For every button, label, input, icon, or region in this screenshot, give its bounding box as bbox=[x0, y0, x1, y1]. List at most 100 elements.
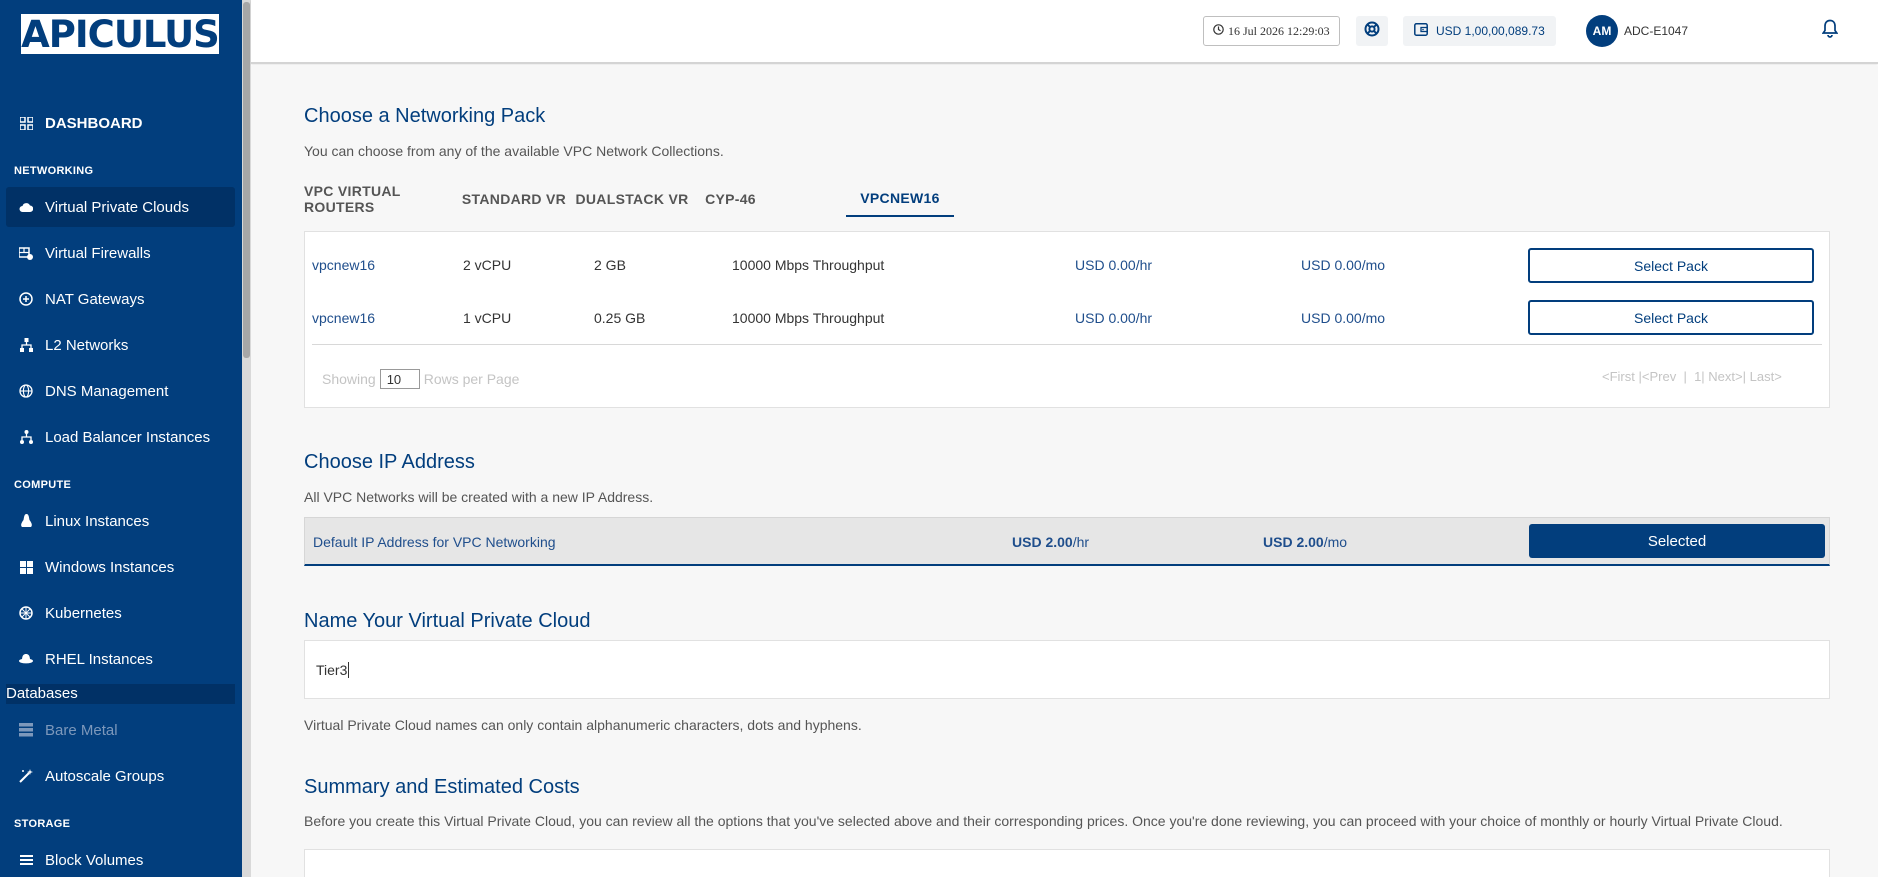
sidebar-item-virtual-private-clouds[interactable]: Virtual Private Clouds bbox=[6, 187, 235, 227]
wallet-icon bbox=[1414, 23, 1428, 39]
sidebar-item-label: DASHBOARD bbox=[45, 114, 143, 132]
tab-vpcnew16[interactable]: VPCNEW16 bbox=[846, 181, 954, 217]
pack-name[interactable]: vpcnew16 bbox=[312, 310, 375, 326]
linux-icon bbox=[19, 514, 33, 528]
prev-page-link[interactable]: |<Prev bbox=[1639, 369, 1677, 384]
vpc-name-hint: Virtual Private Cloud names can only con… bbox=[304, 717, 862, 733]
rows-per-page-label: Rows per Page bbox=[423, 371, 520, 387]
support-button[interactable] bbox=[1356, 16, 1388, 46]
sidebar-item-l2-networks[interactable]: L2 Networks bbox=[6, 325, 235, 365]
selected-button[interactable]: Selected bbox=[1529, 524, 1825, 558]
pack-throughput: 10000 Mbps Throughput bbox=[732, 257, 885, 273]
networking-pack-title: Choose a Networking Pack bbox=[304, 105, 546, 127]
vpc-name-input[interactable]: Tier3 bbox=[304, 640, 1830, 699]
sidebar-item-label: L2 Networks bbox=[45, 336, 129, 354]
tab-dualstack-vr[interactable]: DUALSTACK VR bbox=[570, 181, 694, 217]
sidebar-scrollbar-thumb[interactable] bbox=[243, 2, 250, 358]
pack-cpu: 2 vCPU bbox=[463, 257, 512, 273]
tab-cyp-46[interactable]: CYP-46 bbox=[694, 181, 767, 217]
rows-per-page-control: Showing 10 Rows per Page bbox=[322, 369, 519, 389]
load-balancer-icon bbox=[19, 430, 33, 444]
last-page-link[interactable]: Last> bbox=[1750, 369, 1782, 384]
table-divider bbox=[312, 344, 1822, 345]
pack-hourly-price: USD 0.00/hr bbox=[1075, 257, 1153, 273]
magic-wand-icon bbox=[19, 769, 33, 783]
ip-hourly-amount: USD 2.00 bbox=[1012, 534, 1073, 550]
sidebar-item-label: Linux Instances bbox=[45, 512, 150, 530]
sidebar-item-nat-gateways[interactable]: NAT Gateways bbox=[6, 279, 235, 319]
sidebar-item-label: NAT Gateways bbox=[45, 290, 145, 308]
sidebar-item-windows-instances[interactable]: Windows Instances bbox=[6, 547, 235, 587]
bell-icon bbox=[1821, 19, 1839, 43]
lifebuoy-icon bbox=[1364, 21, 1380, 42]
pack-name[interactable]: vpcnew16 bbox=[312, 257, 375, 273]
wallet-balance-button[interactable]: USD 1,00,00,089.73 bbox=[1403, 16, 1556, 46]
avatar[interactable]: AM bbox=[1586, 15, 1618, 47]
sidebar-item-label: Block Volumes bbox=[45, 851, 144, 869]
sidebar-item-label: Load Balancer Instances bbox=[45, 428, 211, 446]
ip-hourly-price: USD 2.00/hr bbox=[1012, 534, 1089, 550]
sidebar-item-autoscale-groups[interactable]: Autoscale Groups bbox=[6, 756, 235, 796]
notifications-button[interactable] bbox=[1819, 18, 1841, 44]
globe-icon bbox=[19, 384, 33, 398]
ip-address-title: Choose IP Address bbox=[304, 451, 475, 473]
vpc-name-title: Name Your Virtual Private Cloud bbox=[304, 610, 591, 632]
ip-address-label: Default IP Address for VPC Networking bbox=[313, 534, 556, 550]
pack-cpu: 1 vCPU bbox=[463, 310, 512, 326]
network-tree-icon bbox=[19, 338, 33, 352]
firewall-icon bbox=[19, 246, 33, 260]
sidebar-item-label: Windows Instances bbox=[45, 558, 175, 576]
pagination-nav: <First |<Prev | 1| Next>| Last> bbox=[1602, 369, 1782, 384]
ip-monthly-amount: USD 2.00 bbox=[1263, 534, 1324, 550]
user-id[interactable]: ADC-E1047 bbox=[1624, 24, 1688, 38]
pack-monthly-price: USD 0.00/mo bbox=[1301, 257, 1386, 273]
redhat-icon bbox=[19, 652, 33, 666]
sidebar-item-rhel-instances[interactable]: RHEL Instances bbox=[6, 639, 235, 679]
page-separator: | bbox=[1683, 369, 1687, 384]
select-pack-button[interactable]: Select Pack bbox=[1528, 248, 1814, 283]
top-header: 16 Jul 2026 12:29:03 USD 1,00,00,089.73 … bbox=[251, 0, 1878, 64]
clock-icon bbox=[1213, 23, 1224, 39]
showing-label: Showing bbox=[322, 371, 376, 387]
section-label-networking: NETWORKING bbox=[14, 165, 94, 177]
sidebar-item-kubernetes[interactable]: Kubernetes bbox=[6, 593, 235, 633]
apiculus-logo[interactable]: APICULUS bbox=[21, 14, 220, 54]
sidebar-item-dashboard[interactable]: DASHBOARD bbox=[6, 103, 235, 143]
sidebar-item-label: Autoscale Groups bbox=[45, 767, 165, 785]
sidebar-item-load-balancer-instances[interactable]: Load Balancer Instances bbox=[6, 417, 235, 457]
cloud-icon bbox=[19, 200, 33, 214]
first-page-link[interactable]: <First bbox=[1602, 369, 1635, 384]
summary-panel bbox=[304, 849, 1830, 877]
sidebar-item-label: Virtual Firewalls bbox=[45, 244, 151, 262]
datetime-text: 16 Jul 2026 12:29:03 bbox=[1228, 23, 1330, 38]
tab-standard-vr[interactable]: STANDARD VR bbox=[458, 181, 570, 217]
pack-monthly-price: USD 0.00/mo bbox=[1301, 310, 1386, 326]
select-pack-button[interactable]: Select Pack bbox=[1528, 300, 1814, 335]
summary-title: Summary and Estimated Costs bbox=[304, 776, 580, 798]
pack-ram: 0.25 GB bbox=[594, 310, 646, 326]
server-icon bbox=[19, 723, 33, 737]
rows-per-page-input[interactable]: 10 bbox=[379, 369, 420, 389]
vpc-name-value: Tier3 bbox=[316, 661, 348, 678]
sidebar-item-databases[interactable]: Databases bbox=[6, 684, 235, 704]
sidebar-item-block-volumes[interactable]: Block Volumes bbox=[6, 840, 235, 877]
sidebar: APICULUS DASHBOARD NETWORKING Virtual Pr… bbox=[0, 0, 251, 877]
sidebar-item-linux-instances[interactable]: Linux Instances bbox=[6, 501, 235, 541]
next-page-link[interactable]: Next>| bbox=[1708, 369, 1746, 384]
ip-hourly-unit: /hr bbox=[1072, 534, 1090, 550]
balance-text: USD 1,00,00,089.73 bbox=[1436, 24, 1545, 38]
kubernetes-wheel-icon bbox=[19, 606, 33, 620]
sidebar-item-label: DNS Management bbox=[45, 382, 169, 400]
dashboard-grid-icon bbox=[19, 116, 33, 130]
sidebar-item-dns-management[interactable]: DNS Management bbox=[6, 371, 235, 411]
windows-icon bbox=[19, 560, 33, 574]
tab-vpc-virtual-routers[interactable]: VPC VIRTUAL ROUTERS bbox=[304, 181, 458, 217]
ip-monthly-unit: /mo bbox=[1323, 534, 1348, 550]
sidebar-item-bare-metal[interactable]: Bare Metal bbox=[6, 710, 235, 750]
sidebar-item-virtual-firewalls[interactable]: Virtual Firewalls bbox=[6, 233, 235, 273]
datetime-display: 16 Jul 2026 12:29:03 bbox=[1203, 16, 1340, 46]
sidebar-item-label: Bare Metal bbox=[45, 721, 118, 739]
section-label-storage: STORAGE bbox=[14, 818, 71, 830]
sidebar-item-label: Virtual Private Clouds bbox=[45, 198, 189, 216]
networking-pack-subtitle: You can choose from any of the available… bbox=[304, 143, 724, 159]
